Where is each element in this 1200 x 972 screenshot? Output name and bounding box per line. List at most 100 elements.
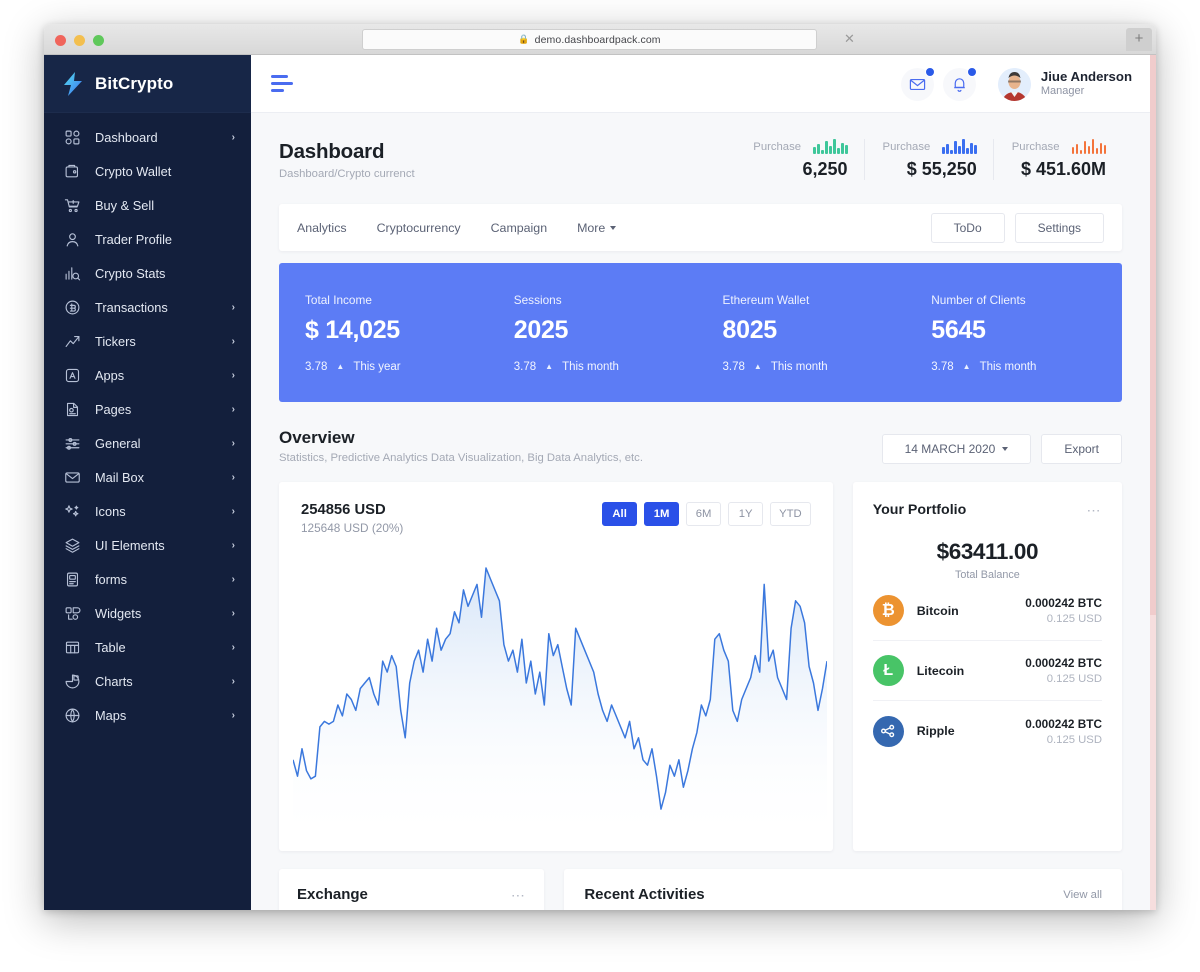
maximize-window-button[interactable] [93, 35, 104, 46]
sidebar-item-tickers[interactable]: Tickers › [44, 324, 251, 358]
sidebar-item-crypto-wallet[interactable]: Crypto Wallet [44, 154, 251, 188]
bell-icon [954, 77, 965, 92]
coin-btc-amount: 0.000242 BTC [1025, 656, 1102, 670]
litecoin-icon: Ł [872, 655, 904, 686]
layers-icon [63, 536, 81, 554]
portfolio-header: Your Portfolio ⋯ [873, 502, 1102, 518]
new-tab-button[interactable]: + [1126, 28, 1152, 51]
sidebar-item-transactions[interactable]: Transactions › [44, 290, 251, 324]
date-range-select[interactable]: 14 MARCH 2020 [881, 434, 1032, 464]
url-text: demo.dashboardpack.com [534, 33, 661, 46]
sidebar-item-label: forms [95, 571, 127, 587]
address-bar[interactable]: 🔒 demo.dashboardpack.com [362, 29, 817, 50]
chevron-right-icon: › [231, 709, 235, 721]
lightning-bolt-icon [64, 71, 82, 96]
range-1y-button[interactable]: 1Y [728, 502, 764, 526]
sidebar-item-maps[interactable]: Maps › [44, 698, 251, 732]
export-button[interactable]: Export [1041, 434, 1122, 464]
view-all-link[interactable]: View all [1063, 889, 1102, 901]
sidebar-item-ui-elements[interactable]: UI Elements › [44, 528, 251, 562]
kpi-delta: 3.78 [722, 360, 745, 373]
user-avatar-icon [997, 67, 1031, 101]
range-ytd-button[interactable]: YTD [770, 502, 811, 526]
messages-button[interactable] [900, 66, 935, 101]
close-icon[interactable]: ✕ [843, 32, 856, 46]
tab-more[interactable]: More [577, 221, 616, 235]
tab-analytics[interactable]: Analytics [297, 221, 347, 235]
tab-cryptocurrency[interactable]: Cryptocurrency [377, 221, 461, 235]
user-name: Jiue Anderson [1040, 68, 1132, 84]
kpi-delta: 3.78 [513, 360, 537, 373]
scrollbar-thumb[interactable] [1150, 55, 1156, 615]
sidebar-item-buy-sell[interactable]: Buy & Sell [44, 188, 251, 222]
coin-name: Bitcoin [916, 603, 959, 618]
total-balance-label: Total Balance [954, 569, 1020, 581]
sidebar-item-icons[interactable]: Icons › [44, 494, 251, 528]
sidebar-item-apps[interactable]: Apps › [44, 358, 251, 392]
chevron-right-icon: › [231, 641, 235, 653]
page-scrollbar[interactable] [1150, 55, 1156, 910]
sidebar-item-table[interactable]: Table › [44, 630, 251, 664]
sidebar-item-trader-profile[interactable]: Trader Profile [44, 222, 251, 256]
tabs-list: Analytics Cryptocurrency Campaign More [297, 221, 646, 235]
kpi-delta: 3.78 [305, 360, 328, 373]
pie-chart-icon [63, 672, 81, 690]
page-title: Dashboard [279, 140, 385, 163]
settings-button[interactable]: Settings [1014, 212, 1104, 243]
chart-amount: 254856 USD [301, 502, 386, 518]
more-options-icon[interactable]: ⋯ [511, 888, 527, 902]
topbar-actions: Jiue Anderson Manager [892, 55, 1132, 113]
sidebar-item-forms[interactable]: forms › [44, 562, 251, 596]
window-controls[interactable] [55, 35, 104, 46]
more-options-icon[interactable]: ⋯ [1087, 503, 1103, 517]
range-all-button[interactable]: All [602, 502, 638, 526]
header-stat: Purchase 6,250 [735, 139, 863, 180]
todo-button[interactable]: ToDo [930, 212, 1005, 243]
ripple-icon [872, 715, 904, 747]
range-1m-button[interactable]: 1M [644, 502, 680, 526]
sidebar-item-widgets[interactable]: Widgets › [44, 596, 251, 630]
range-6m-button[interactable]: 6M [686, 502, 722, 526]
chevron-right-icon: › [231, 403, 235, 415]
bar-sparkline-icon [942, 139, 977, 154]
breadcrumb: Dashboard/Crypto currenct [279, 168, 415, 180]
chevron-right-icon: › [231, 539, 235, 551]
sidebar-item-general[interactable]: General › [44, 426, 251, 460]
coin-row[interactable]: Ł Litecoin 0.000242 BTC 0.125 USD [872, 641, 1102, 701]
coin-row[interactable]: Ripple 0.000242 BTC 0.125 USD [872, 701, 1102, 761]
trend-up-icon: ▲ [336, 362, 345, 371]
sidebar-item-label: General [95, 435, 141, 451]
brand-logo[interactable]: BitCrypto [44, 55, 251, 113]
globe-icon [63, 706, 81, 724]
sidebar-item-label: Tickers [95, 333, 136, 349]
overview-actions: 14 MARCH 2020 Export [881, 434, 1122, 464]
chart-range-buttons: All 1M 6M 1Y YTD [602, 502, 811, 526]
sidebar-item-charts[interactable]: Charts › [44, 664, 251, 698]
total-balance-value: $63411.00 [936, 539, 1039, 564]
trend-up-arrow-icon [63, 332, 81, 350]
close-window-button[interactable] [55, 35, 66, 46]
coin-usd-amount: 0.125 USD [1046, 673, 1102, 685]
overview-subtitle: Statistics, Predictive Analytics Data Vi… [279, 452, 643, 464]
kpi-card: Total Income $ 14,025 3.78 ▲ This year [283, 293, 492, 373]
sidebar-item-label: Apps [95, 367, 125, 383]
sidebar-item-pages[interactable]: Pages › [44, 392, 251, 426]
kpi-label: Total Income [305, 292, 372, 307]
tab-campaign[interactable]: Campaign [491, 221, 547, 235]
coin-usd-amount: 0.125 USD [1046, 733, 1102, 746]
user-menu[interactable]: Jiue Anderson Manager [997, 67, 1132, 101]
hamburger-menu-icon[interactable] [271, 75, 297, 92]
portfolio-title: Your Portfolio [872, 502, 967, 518]
kpi-label: Ethereum Wallet [722, 292, 810, 307]
sidebar-item-label: Crypto Wallet [95, 163, 172, 179]
bottom-row: Exchange ⋯ Recent Activities View all [251, 851, 1150, 910]
minimize-window-button[interactable] [74, 35, 85, 46]
coin-row[interactable]: ₿ Bitcoin 0.000242 BTC 0.125 USD [872, 581, 1102, 641]
notifications-button[interactable] [942, 66, 977, 101]
trend-up-icon: ▲ [545, 362, 554, 371]
kpi-card: Sessions 2025 3.78 ▲ This month [492, 293, 701, 373]
kpi-period: This month [979, 360, 1037, 373]
sidebar-item-mail-box[interactable]: Mail Box › [44, 460, 251, 494]
sidebar-item-dashboard[interactable]: Dashboard › [44, 120, 251, 154]
sidebar-item-crypto-stats[interactable]: Crypto Stats [44, 256, 251, 290]
